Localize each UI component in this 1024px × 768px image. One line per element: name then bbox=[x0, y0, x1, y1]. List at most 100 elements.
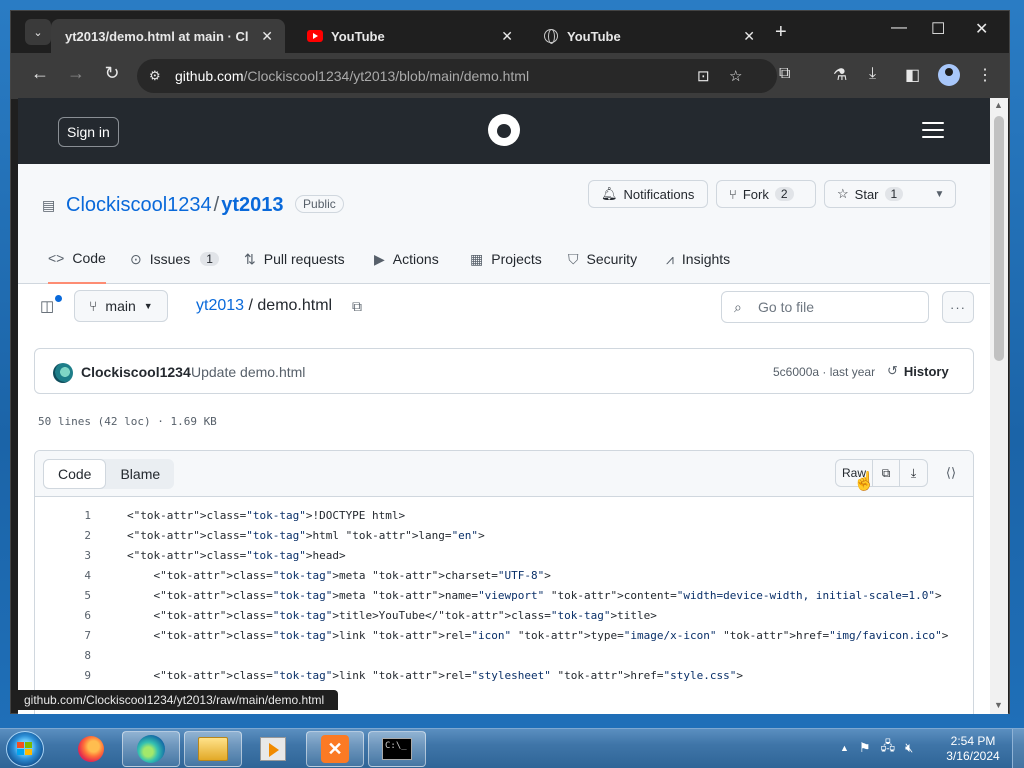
action-center-flag-icon[interactable]: ⚑ bbox=[859, 740, 871, 756]
code-lines: 1 <"tok-attr">class="tok-tag">!DOCTYPE ht… bbox=[35, 505, 973, 705]
tab-youtube-2[interactable]: YouTube ✕ bbox=[529, 19, 767, 53]
breadcrumb-file: demo.html bbox=[257, 297, 333, 314]
tab-projects[interactable]: ▦ Projects bbox=[470, 234, 542, 284]
code-line: 4 <"tok-attr">class="tok-tag">meta "tok-… bbox=[35, 565, 973, 585]
scrollbar-thumb[interactable] bbox=[994, 116, 1004, 361]
scroll-up-icon[interactable]: ▲ bbox=[994, 100, 1003, 110]
star-button[interactable]: ☆ Star 1 bbox=[824, 180, 926, 208]
network-icon[interactable]: 🖧︎ bbox=[881, 737, 896, 759]
close-icon[interactable]: ✕ bbox=[743, 28, 755, 45]
code-line: 5 <"tok-attr">class="tok-tag">meta "tok-… bbox=[35, 585, 973, 605]
owner-link[interactable]: Clockiscool1234 bbox=[66, 194, 212, 216]
notifications-button[interactable]: 🔔︎ Notifications bbox=[588, 180, 708, 208]
menu-dots-icon[interactable]: ⋮ bbox=[977, 65, 993, 85]
tab-code[interactable]: <> Code bbox=[48, 234, 106, 284]
windows-start-icon[interactable] bbox=[6, 731, 44, 767]
line-number[interactable]: 4 bbox=[35, 569, 91, 582]
downloads-icon[interactable]: ⤓ bbox=[869, 65, 876, 83]
address-bar[interactable]: ⚙ github.com/Clockiscool1234/yt2013/blob… bbox=[137, 59, 777, 93]
line-number[interactable]: 1 bbox=[35, 509, 91, 522]
bookmark-star-icon[interactable]: ☆ bbox=[729, 67, 742, 85]
tab-security[interactable]: ⛉ Security bbox=[568, 234, 637, 284]
clock[interactable]: 2:54 PM 3/16/2024 bbox=[938, 734, 1008, 764]
history-icon: ↺ bbox=[887, 363, 898, 378]
go-to-file-input[interactable]: ⌕ Go to file bbox=[721, 291, 929, 323]
xampp-icon[interactable]: ✕ bbox=[306, 731, 364, 767]
breadcrumb-repo-link[interactable]: yt2013 bbox=[196, 297, 244, 314]
breadcrumb: yt2013 / demo.html bbox=[196, 297, 333, 314]
commit-message[interactable]: Update demo.html bbox=[191, 364, 305, 380]
sign-in-button[interactable]: Sign in bbox=[58, 117, 119, 147]
forward-button[interactable]: → bbox=[63, 63, 89, 84]
close-icon[interactable]: ✕ bbox=[501, 28, 513, 45]
chevron-down-icon: ▼ bbox=[934, 188, 945, 200]
bell-icon: 🔔︎ bbox=[601, 186, 618, 201]
maximize-button[interactable]: ☐ bbox=[931, 19, 945, 39]
branch-selector[interactable]: ⑂ main ▼ bbox=[74, 290, 168, 322]
repo-link[interactable]: yt2013 bbox=[221, 194, 283, 216]
repo-header: ▤ Clockiscool1234/yt2013 Public 🔔︎ Notif… bbox=[18, 164, 990, 284]
volume-muted-icon[interactable]: 🔇︎ bbox=[905, 740, 913, 756]
line-number[interactable]: 2 bbox=[35, 529, 91, 542]
code-line: 3 <"tok-attr">class="tok-tag">head> bbox=[35, 545, 973, 565]
star-count: 1 bbox=[884, 187, 904, 201]
copy-icon[interactable]: ⧉ bbox=[873, 460, 901, 486]
more-options-button[interactable]: ··· bbox=[942, 291, 974, 323]
file-tree-toggle[interactable]: ◫ bbox=[40, 295, 62, 317]
install-app-icon[interactable]: ⊡ bbox=[697, 67, 710, 85]
tray-expand-icon[interactable]: ▲ bbox=[840, 743, 849, 753]
reload-button[interactable]: ↻ bbox=[99, 63, 125, 84]
copy-path-icon[interactable]: ⧉ bbox=[352, 298, 362, 315]
github-logo-icon[interactable] bbox=[488, 114, 520, 146]
firefox-icon[interactable] bbox=[62, 731, 120, 767]
avatar[interactable] bbox=[53, 363, 73, 383]
branch-icon: ⑂ bbox=[89, 298, 98, 314]
commit-meta[interactable]: 5c6000a · last year bbox=[773, 365, 875, 379]
star-dropdown-button[interactable]: ▼ bbox=[924, 180, 956, 208]
line-number[interactable]: 9 bbox=[35, 669, 91, 682]
show-desktop-button[interactable] bbox=[1012, 729, 1024, 768]
minimize-button[interactable]: — bbox=[891, 19, 907, 37]
side-panel-icon[interactable]: ◧ bbox=[905, 65, 920, 85]
youtube-icon bbox=[307, 28, 323, 44]
profile-avatar[interactable] bbox=[938, 64, 960, 86]
extensions-icon[interactable]: ⧉ bbox=[779, 65, 790, 83]
page-scrollbar[interactable]: ▲ ▼ bbox=[990, 98, 1008, 714]
cmd-icon[interactable]: C:\_ bbox=[368, 731, 426, 767]
fork-count: 2 bbox=[774, 187, 794, 201]
blame-view-button[interactable]: Blame bbox=[106, 459, 174, 489]
commit-author[interactable]: Clockiscool1234 bbox=[81, 364, 191, 380]
line-number[interactable]: 5 bbox=[35, 589, 91, 602]
back-button[interactable]: ← bbox=[27, 63, 53, 84]
site-info-icon[interactable]: ⚙ bbox=[149, 68, 161, 84]
line-number[interactable]: 6 bbox=[35, 609, 91, 622]
scroll-down-icon[interactable]: ▼ bbox=[994, 700, 1003, 710]
file-explorer-icon[interactable] bbox=[184, 731, 242, 767]
code-view-button[interactable]: Code bbox=[43, 459, 107, 489]
hamburger-menu-icon[interactable] bbox=[922, 122, 944, 138]
line-number[interactable]: 3 bbox=[35, 549, 91, 562]
issues-count: 1 bbox=[200, 252, 219, 266]
line-number[interactable]: 8 bbox=[35, 649, 91, 662]
media-player-icon[interactable] bbox=[244, 731, 302, 767]
tab-issues[interactable]: ⊙ Issues 1 bbox=[130, 234, 219, 284]
labs-icon[interactable]: ⚗ bbox=[833, 65, 847, 85]
tab-search-button[interactable]: ⌄ bbox=[25, 19, 51, 45]
code-line: 7 <"tok-attr">class="tok-tag">link "tok-… bbox=[35, 625, 973, 645]
history-button[interactable]: ↺ History bbox=[887, 363, 949, 379]
edge-icon[interactable] bbox=[122, 731, 180, 767]
window-close-button[interactable]: ✕ bbox=[975, 19, 988, 39]
tab-insights[interactable]: ⩘ Insights bbox=[666, 234, 730, 284]
line-number[interactable]: 7 bbox=[35, 629, 91, 642]
tab-actions[interactable]: ▶ Actions bbox=[374, 234, 439, 284]
tab-github[interactable]: yt2013/demo.html at main · Cl ✕ bbox=[51, 19, 285, 53]
fork-button[interactable]: ⑂ Fork 2 bbox=[716, 180, 816, 208]
download-icon[interactable]: ⤓ bbox=[900, 460, 927, 486]
new-tab-button[interactable]: + bbox=[775, 21, 787, 44]
code-viewer: Code Blame Raw ⧉ ⤓ ⟨⟩ ☝ 1 <"tok-attr">cla… bbox=[34, 450, 974, 714]
branch-name: main bbox=[105, 298, 136, 314]
tab-youtube[interactable]: YouTube ✕ bbox=[293, 19, 525, 53]
close-icon[interactable]: ✕ bbox=[261, 28, 273, 45]
tab-pull-requests[interactable]: ⇅ Pull requests bbox=[244, 234, 345, 284]
symbols-icon[interactable]: ⟨⟩ bbox=[937, 460, 965, 486]
